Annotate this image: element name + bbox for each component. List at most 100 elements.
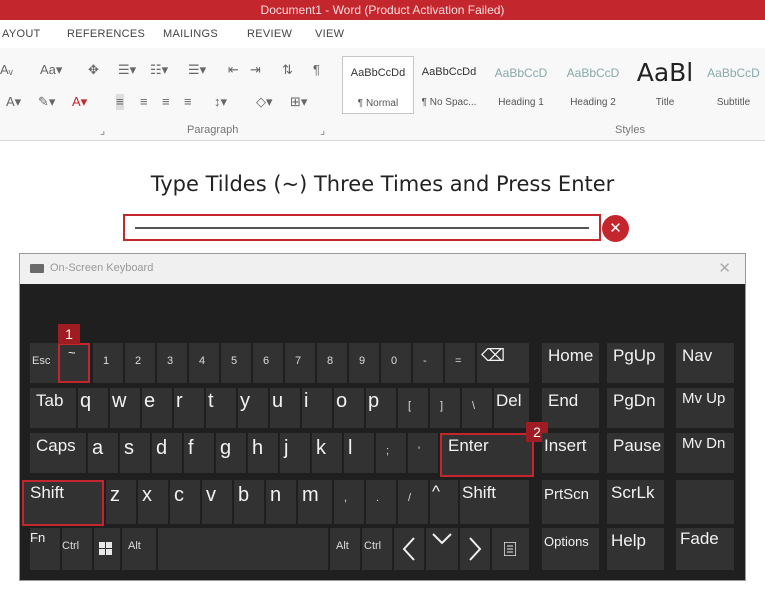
key-g[interactable]: g: [216, 433, 246, 473]
key-p[interactable]: p: [366, 388, 396, 428]
key-equals[interactable]: =: [445, 343, 475, 383]
decrease-indent-icon[interactable]: ⇤: [228, 62, 239, 78]
line-spacing-icon[interactable]: ↕▾: [214, 94, 227, 110]
key-alt-left[interactable]: Alt: [122, 528, 156, 570]
tab-view[interactable]: VIEW: [315, 28, 344, 40]
key-backslash[interactable]: \: [462, 388, 492, 428]
multilevel-list-icon[interactable]: ☰▾: [188, 62, 206, 78]
key-t[interactable]: t: [206, 388, 236, 428]
key-y[interactable]: y: [238, 388, 268, 428]
group-paragraph-launcher-icon[interactable]: ⌟: [320, 124, 325, 137]
style-subtitle[interactable]: AaBbCcD Subtitle: [702, 56, 765, 112]
key-x[interactable]: x: [138, 480, 168, 524]
key-home[interactable]: Home: [542, 343, 599, 383]
key-shift-left[interactable]: Shift: [22, 480, 104, 526]
style-normal[interactable]: AaBbCcDd ¶ Normal: [342, 56, 414, 114]
key-5[interactable]: 5: [221, 343, 251, 383]
key-f[interactable]: f: [184, 433, 214, 473]
typed-tilde-line[interactable]: ~~~: [123, 214, 601, 241]
key-slash[interactable]: /: [398, 480, 428, 524]
key-pgdn[interactable]: PgDn: [607, 388, 664, 428]
key-end[interactable]: End: [542, 388, 599, 428]
key-7[interactable]: 7: [285, 343, 315, 383]
key-del[interactable]: Del: [494, 388, 529, 428]
key-backspace[interactable]: ⌫: [477, 343, 529, 383]
key-mv-up[interactable]: Mv Up: [676, 388, 734, 428]
style-no-spacing[interactable]: AaBbCcDd ¶ No Spac...: [414, 56, 484, 112]
key-caps[interactable]: Caps: [30, 433, 86, 473]
key-tilde[interactable]: ~: [58, 343, 90, 383]
borders-icon[interactable]: ⊞▾: [290, 94, 307, 110]
key-prtscn[interactable]: PrtScn: [542, 480, 599, 524]
clear-format-icon[interactable]: ✥: [88, 62, 99, 78]
key-v[interactable]: v: [202, 480, 232, 524]
key-w[interactable]: w: [110, 388, 140, 428]
style-heading-2[interactable]: AaBbCcD Heading 2: [558, 56, 628, 112]
key-help[interactable]: Help: [607, 528, 664, 570]
key-o[interactable]: o: [334, 388, 364, 428]
align-right-icon[interactable]: ≡: [162, 94, 170, 110]
key-d[interactable]: d: [152, 433, 182, 473]
key-4[interactable]: 4: [189, 343, 219, 383]
key-tab[interactable]: Tab: [30, 388, 76, 428]
show-marks-icon[interactable]: ¶: [313, 62, 320, 78]
key-n[interactable]: n: [266, 480, 296, 524]
tab-review[interactable]: REVIEW: [247, 28, 292, 40]
style-title[interactable]: AaBl Title: [630, 56, 700, 112]
align-left-icon[interactable]: ≡: [116, 94, 124, 110]
key-r[interactable]: r: [174, 388, 204, 428]
highlight-icon[interactable]: ✎▾: [38, 94, 55, 110]
sort-icon[interactable]: ⇅: [282, 62, 293, 78]
key-period[interactable]: .: [366, 480, 396, 524]
font-color-icon[interactable]: A▾: [72, 94, 87, 110]
key-z[interactable]: z: [106, 480, 136, 524]
key-minus[interactable]: -: [413, 343, 443, 383]
key-mv-dn[interactable]: Mv Dn: [676, 433, 734, 473]
tab-references[interactable]: REFERENCES: [67, 28, 145, 40]
font-color-a-icon[interactable]: A▾: [6, 94, 21, 110]
key-8[interactable]: 8: [317, 343, 347, 383]
bullets-icon[interactable]: ☰▾: [118, 62, 136, 78]
key-1[interactable]: 1: [93, 343, 123, 383]
change-case-icon[interactable]: Aa▾: [40, 62, 62, 78]
key-comma[interactable]: ,: [334, 480, 364, 524]
key-up-arrow[interactable]: ^: [430, 480, 458, 524]
key-scrlk[interactable]: ScrLk: [607, 480, 664, 524]
key-apostrophe[interactable]: ': [408, 433, 438, 473]
key-9[interactable]: 9: [349, 343, 379, 383]
key-2[interactable]: 2: [125, 343, 155, 383]
key-right-arrow[interactable]: [460, 528, 490, 570]
key-j[interactable]: j: [280, 433, 310, 473]
key-insert[interactable]: Insert: [542, 433, 599, 473]
key-ctrl-left[interactable]: Ctrl: [62, 528, 92, 570]
key-pause[interactable]: Pause: [607, 433, 664, 473]
key-m[interactable]: m: [298, 480, 332, 524]
key-l[interactable]: l: [344, 433, 374, 473]
style-heading-1[interactable]: AaBbCcD Heading 1: [486, 56, 556, 112]
key-h[interactable]: h: [248, 433, 278, 473]
key-windows[interactable]: [94, 528, 120, 570]
key-left-arrow[interactable]: [394, 528, 424, 570]
key-nav[interactable]: Nav: [676, 343, 734, 383]
justify-icon[interactable]: ≡: [184, 94, 192, 110]
key-left-bracket[interactable]: [: [398, 388, 428, 428]
group-font-launcher-icon[interactable]: ⌟: [100, 124, 105, 137]
key-0[interactable]: 0: [381, 343, 411, 383]
increase-indent-icon[interactable]: ⇥: [250, 62, 261, 78]
key-q[interactable]: q: [78, 388, 108, 428]
key-fn[interactable]: Fn: [30, 528, 60, 570]
tab-mailings[interactable]: MAILINGS: [163, 28, 218, 40]
key-fade[interactable]: Fade: [676, 528, 734, 570]
key-alt-right[interactable]: Alt: [330, 528, 360, 570]
key-shift-right[interactable]: Shift: [460, 480, 529, 524]
close-icon[interactable]: ✕: [718, 259, 731, 277]
align-center-icon[interactable]: ≡: [140, 94, 148, 110]
key-u[interactable]: u: [270, 388, 300, 428]
key-right-bracket[interactable]: ]: [430, 388, 460, 428]
text-effects-icon[interactable]: Aᵥ: [0, 62, 13, 78]
key-e[interactable]: e: [142, 388, 172, 428]
key-3[interactable]: 3: [157, 343, 187, 383]
key-i[interactable]: i: [302, 388, 332, 428]
key-enter[interactable]: Enter: [440, 433, 534, 477]
key-c[interactable]: c: [170, 480, 200, 524]
